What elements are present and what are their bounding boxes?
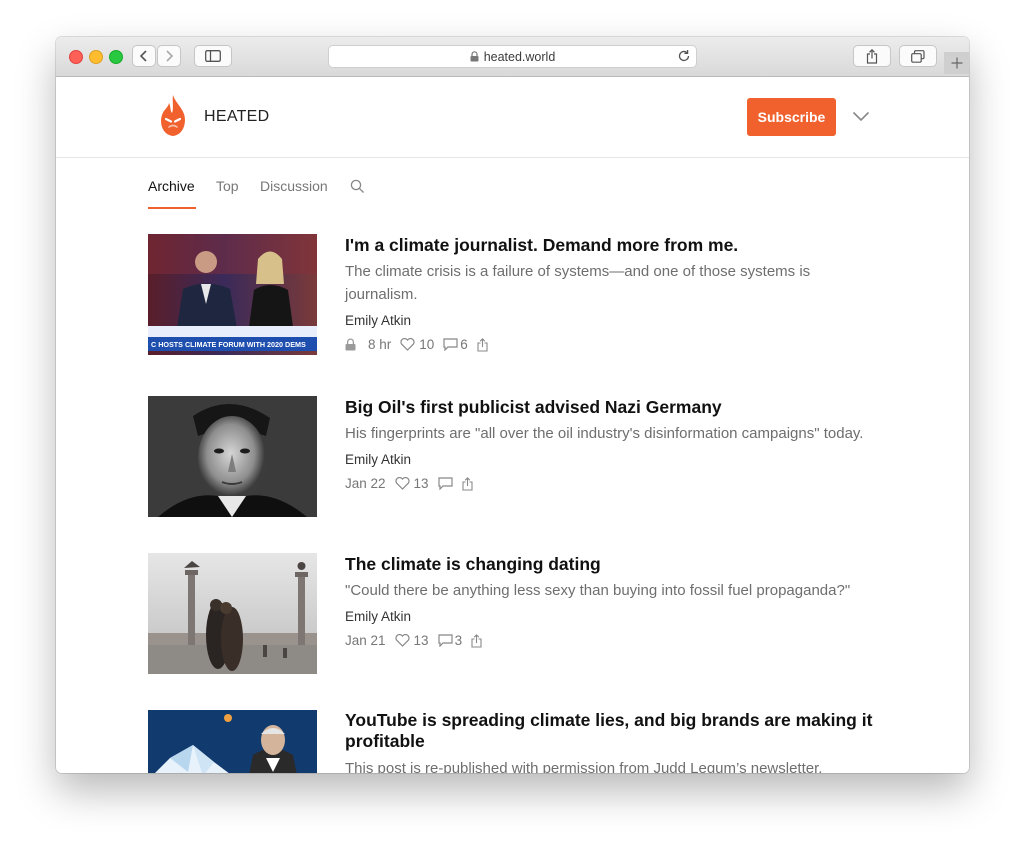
plus-icon xyxy=(951,57,962,69)
post-thumbnail[interactable] xyxy=(148,710,317,773)
share-button[interactable] xyxy=(853,45,891,67)
post-title[interactable]: I'm a climate journalist. Demand more fr… xyxy=(345,234,878,256)
comments-button[interactable] xyxy=(437,477,453,490)
like-button[interactable]: 13 xyxy=(394,476,429,491)
active-tab-indicator xyxy=(148,207,196,209)
forward-button[interactable] xyxy=(157,45,181,67)
comment-count: 3 xyxy=(454,633,463,648)
subscribe-button[interactable]: Subscribe xyxy=(747,98,836,136)
post-author[interactable]: Emily Atkin xyxy=(345,609,878,624)
like-count: 13 xyxy=(413,476,429,491)
post-date: Jan 22 xyxy=(345,476,386,491)
paywall-lock-icon xyxy=(345,338,356,351)
reload-icon[interactable] xyxy=(677,49,691,66)
comment-icon xyxy=(437,477,453,490)
thumbnail-caption: C HOSTS CLIMATE FORUM WITH 2020 DEMS xyxy=(151,340,306,349)
post-thumbnail[interactable]: C HOSTS CLIMATE FORUM WITH 2020 DEMS xyxy=(148,234,317,355)
comment-count: 6 xyxy=(460,337,468,352)
comments-button[interactable]: 6 xyxy=(443,337,468,352)
post-text: I'm a climate journalist. Demand more fr… xyxy=(345,234,878,352)
post-text: YouTube is spreading climate lies, and b… xyxy=(345,710,878,773)
like-count: 10 xyxy=(419,337,435,352)
tab-archive[interactable]: Archive xyxy=(148,178,195,194)
like-count: 13 xyxy=(413,633,429,648)
heart-icon xyxy=(394,634,410,647)
address-bar[interactable]: heated.world xyxy=(328,45,697,68)
comment-icon xyxy=(443,338,458,351)
share-icon xyxy=(866,48,878,64)
site-name[interactable]: HEATED xyxy=(204,108,270,126)
tab-overview-button[interactable] xyxy=(899,45,937,67)
post-subtitle[interactable]: The climate crisis is a failure of syste… xyxy=(345,260,878,306)
heated-flame-logo[interactable] xyxy=(160,94,186,143)
post-meta: Jan 21 13 3 xyxy=(345,633,878,648)
chevron-down-icon[interactable] xyxy=(852,109,870,127)
site-header: HEATED Subscribe xyxy=(56,77,969,158)
post-meta: 8 hr 10 6 xyxy=(345,337,878,352)
share-post-button[interactable] xyxy=(471,633,482,648)
comments-button[interactable]: 3 xyxy=(437,633,463,648)
close-window-button[interactable] xyxy=(69,50,83,64)
back-button[interactable] xyxy=(132,45,156,67)
post-text: Big Oil's first publicist advised Nazi G… xyxy=(345,396,878,491)
comment-icon xyxy=(437,634,453,647)
tab-discussion[interactable]: Discussion xyxy=(260,178,328,194)
tab-top[interactable]: Top xyxy=(216,178,239,194)
post-subtitle[interactable]: His fingerprints are "all over the oil i… xyxy=(345,422,878,445)
post-subtitle[interactable]: "Could there be anything less sexy than … xyxy=(345,579,878,602)
post-thumbnail[interactable] xyxy=(148,553,317,674)
like-button[interactable]: 13 xyxy=(394,633,429,648)
chevron-right-icon xyxy=(166,50,174,62)
address-url: heated.world xyxy=(483,49,556,64)
sidebar-button[interactable] xyxy=(194,45,232,67)
share-post-button[interactable] xyxy=(462,476,473,491)
post-date: Jan 21 xyxy=(345,633,386,648)
post-author[interactable]: Emily Atkin xyxy=(345,313,878,328)
share-post-button[interactable] xyxy=(477,337,488,352)
post-title[interactable]: YouTube is spreading climate lies, and b… xyxy=(345,710,878,752)
heart-icon xyxy=(400,338,415,351)
post-author[interactable]: Emily Atkin xyxy=(345,452,878,467)
sidebar-icon xyxy=(205,50,221,62)
minimize-window-button[interactable] xyxy=(89,50,103,64)
share-icon xyxy=(462,476,473,491)
post-subtitle[interactable]: This post is re-published with permissio… xyxy=(345,757,878,773)
post-date: 8 hr xyxy=(368,337,392,352)
page-content: HEATED Subscribe Archive Top Discussion xyxy=(56,77,969,773)
share-icon xyxy=(471,633,482,648)
search-icon[interactable] xyxy=(350,179,365,199)
post-title[interactable]: Big Oil's first publicist advised Nazi G… xyxy=(345,396,878,418)
post-thumbnail[interactable] xyxy=(148,396,317,517)
new-tab-button[interactable] xyxy=(944,52,969,74)
post-meta: Jan 22 13 xyxy=(345,476,878,491)
post-title[interactable]: The climate is changing dating xyxy=(345,553,878,575)
heart-icon xyxy=(394,477,410,490)
chevron-left-icon xyxy=(139,50,147,62)
browser-window: heated.world HEATED Subscribe Archive To… xyxy=(56,37,969,773)
lock-icon xyxy=(470,51,479,62)
tabs-icon xyxy=(911,49,925,63)
like-button[interactable]: 10 xyxy=(400,337,434,352)
browser-toolbar: heated.world xyxy=(56,37,969,77)
post-text: The climate is changing dating "Could th… xyxy=(345,553,878,648)
zoom-window-button[interactable] xyxy=(109,50,123,64)
share-icon xyxy=(477,337,488,352)
